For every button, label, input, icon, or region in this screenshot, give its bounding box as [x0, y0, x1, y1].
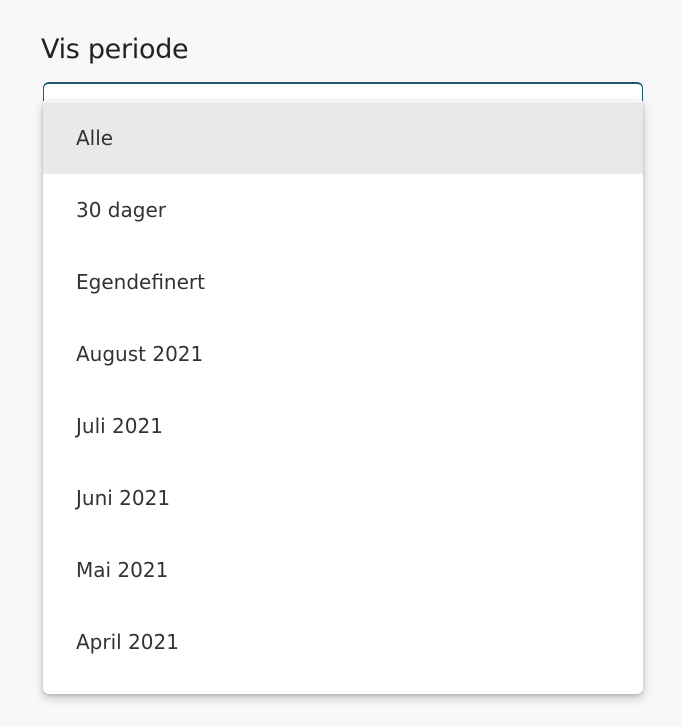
period-option-august-2021[interactable]: August 2021	[43, 318, 643, 390]
period-dropdown-list: Alle 30 dager Egendefinert August 2021 J…	[43, 101, 643, 694]
period-select[interactable]	[43, 82, 643, 102]
period-option-alle[interactable]: Alle	[43, 102, 643, 174]
period-option-30-dager[interactable]: 30 dager	[43, 174, 643, 246]
period-option-egendefinert[interactable]: Egendefinert	[43, 246, 643, 318]
filter-panel: Vis periode Alle 30 dager Egendefinert A…	[0, 0, 682, 727]
period-option-juli-2021[interactable]: Juli 2021	[43, 390, 643, 462]
period-option-april-2021[interactable]: April 2021	[43, 606, 643, 678]
period-option-mai-2021[interactable]: Mai 2021	[43, 534, 643, 606]
period-option-juni-2021[interactable]: Juni 2021	[43, 462, 643, 534]
period-field-label: Vis periode	[41, 34, 189, 65]
